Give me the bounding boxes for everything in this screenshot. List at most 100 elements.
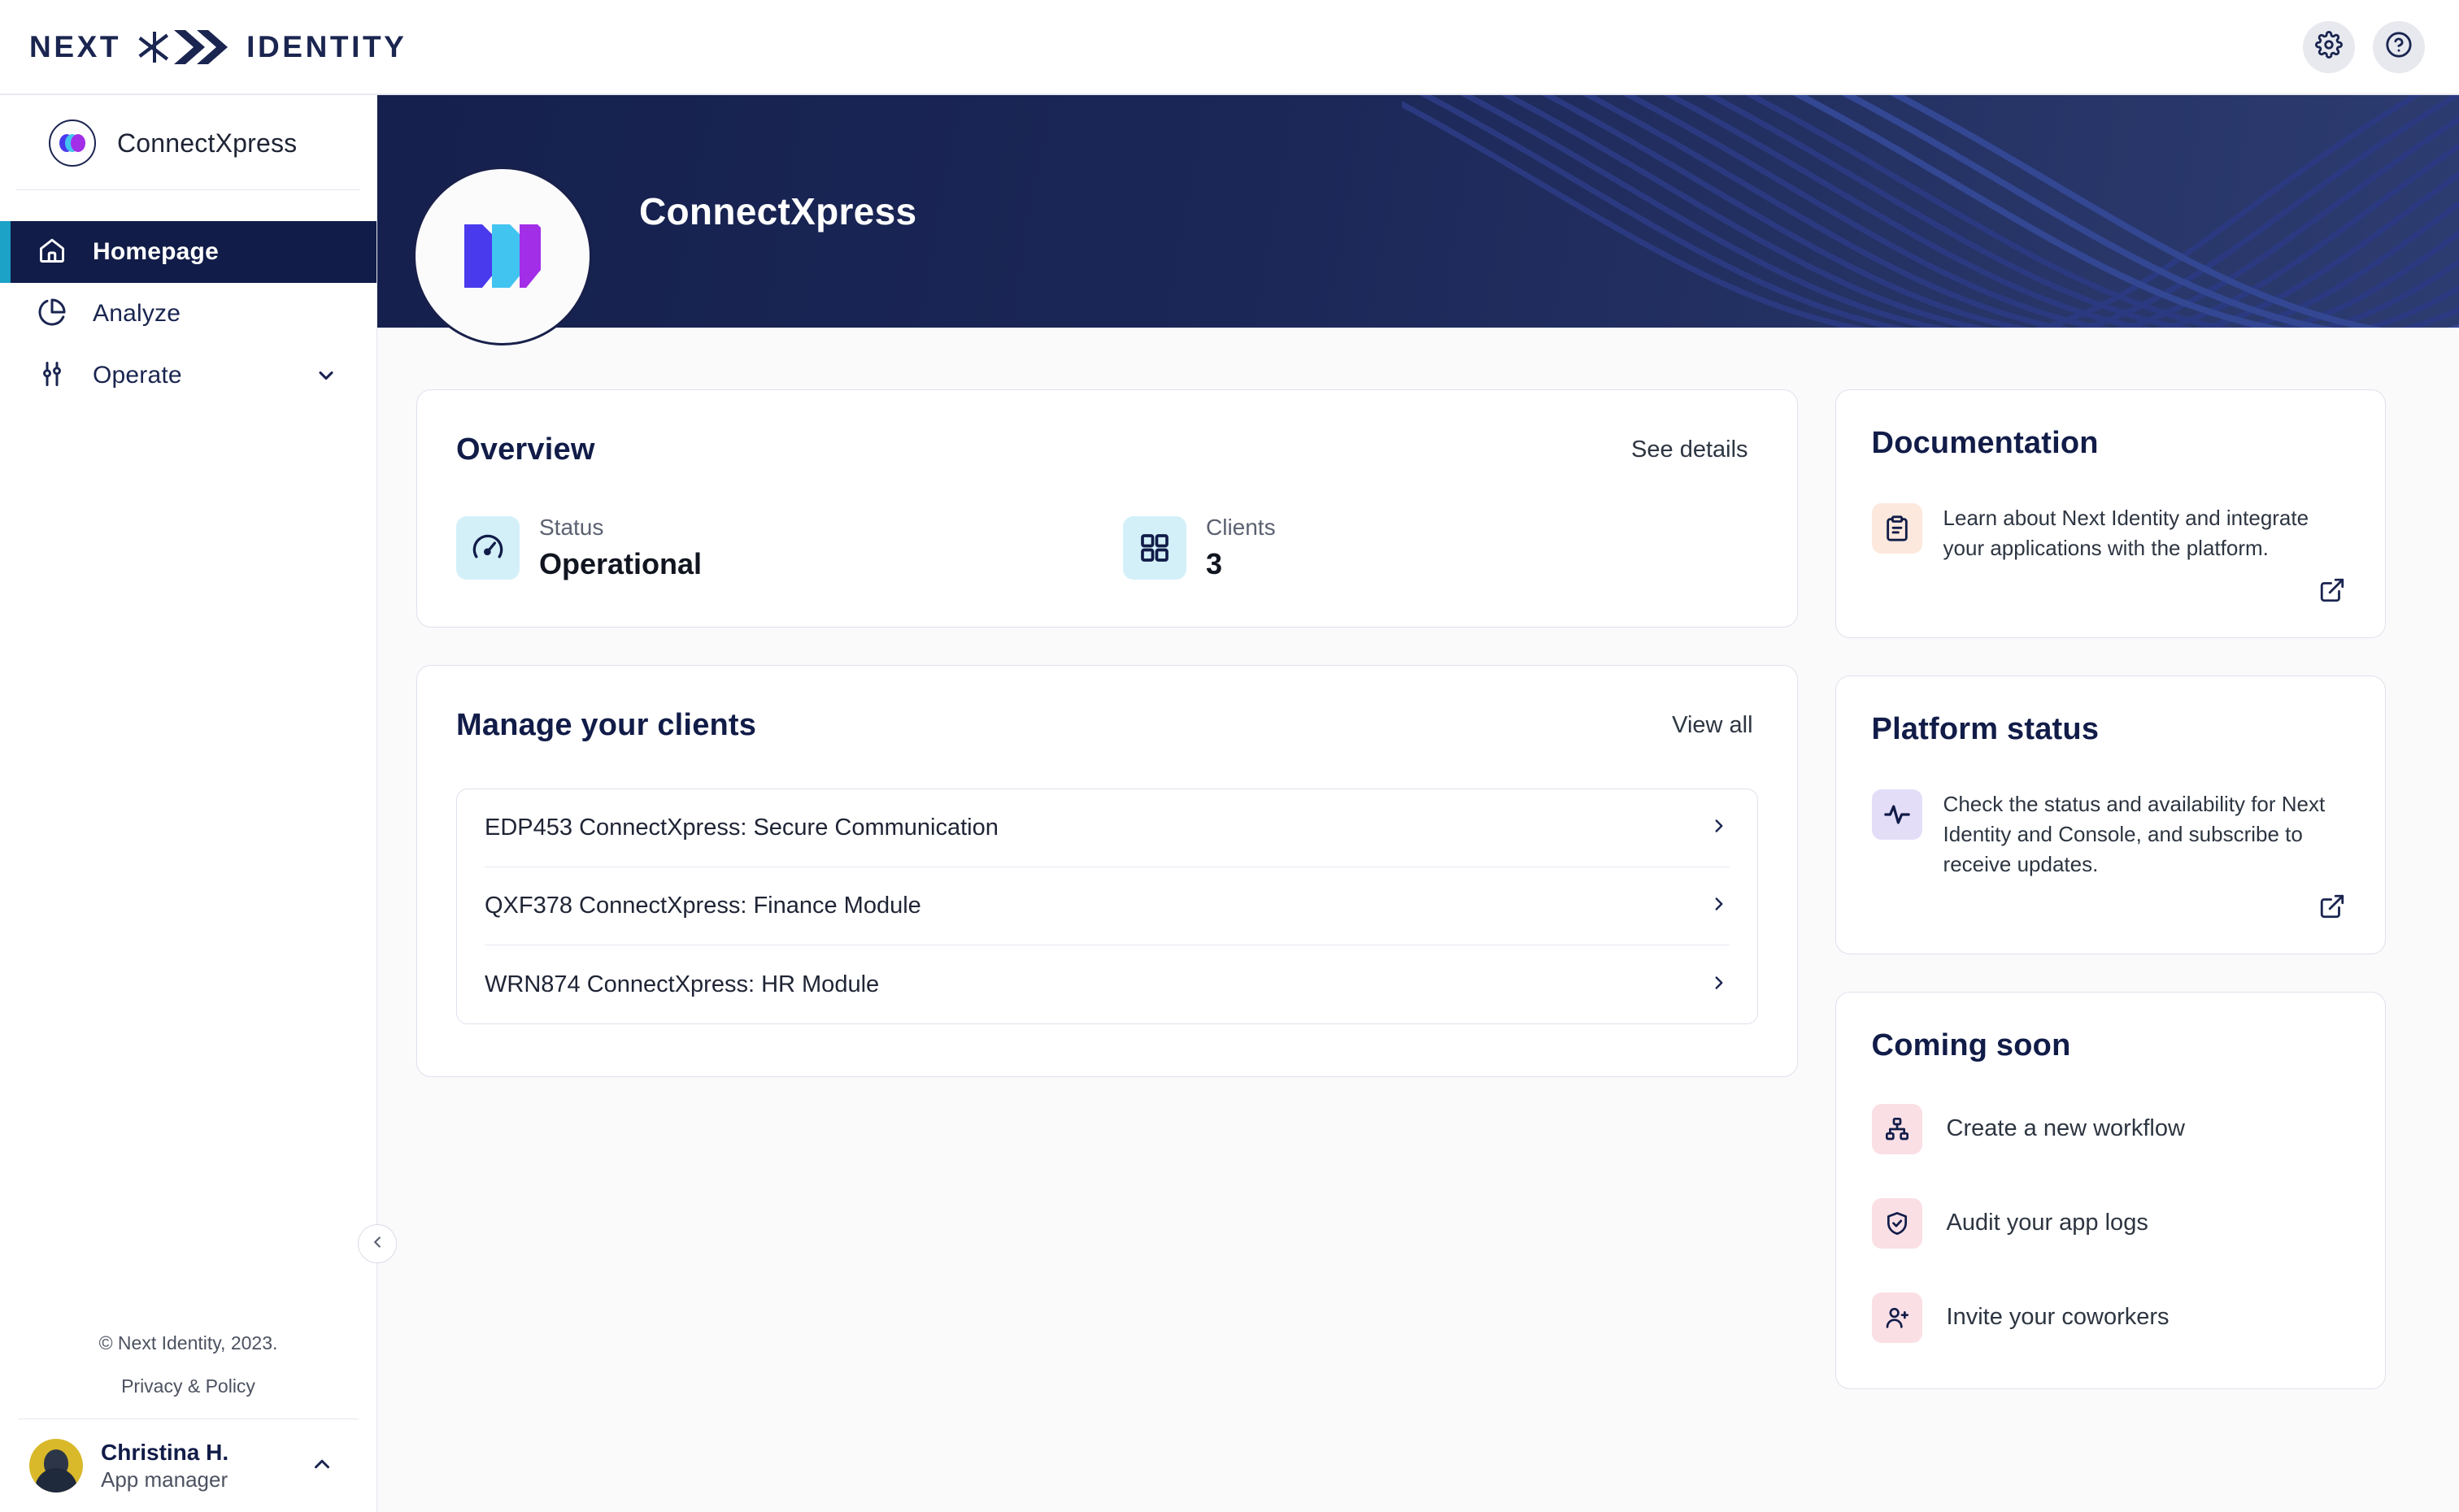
coming-soon-item-audit[interactable]: Audit your app logs xyxy=(1871,1197,2349,1249)
coming-soon-label: Invite your coworkers xyxy=(1946,1304,2170,1331)
chevron-right-icon xyxy=(1708,972,1730,997)
client-name: QXF378 ConnectXpress: Finance Module xyxy=(485,893,921,919)
brand-word-next: NEXT xyxy=(29,30,122,63)
coming-soon-label: Create a new workflow xyxy=(1946,1115,2185,1142)
pie-chart-icon xyxy=(37,298,67,331)
sidebar-item-label: Operate xyxy=(93,362,182,389)
help-button[interactable] xyxy=(2373,20,2425,73)
coming-soon-card: Coming soon Create a new workflow Audit … xyxy=(1834,991,2386,1389)
overview-header: Overview See details xyxy=(456,432,1753,467)
tenant-name: ConnectXpress xyxy=(117,128,298,158)
sidebar-item-label: Homepage xyxy=(93,238,219,265)
user-name: Christina H. xyxy=(101,1439,229,1465)
documentation-title: Documentation xyxy=(1871,426,2099,460)
status-badge: Operational xyxy=(539,547,703,580)
clients-title: Manage your clients xyxy=(456,708,757,742)
sliders-icon xyxy=(37,359,67,393)
manage-clients-card: Manage your clients View all EDP453 Conn… xyxy=(416,665,1798,1077)
external-link-icon[interactable] xyxy=(2318,576,2346,608)
hierarchy-icon xyxy=(1871,1103,1922,1154)
sidebar: ConnectXpress Homepage Analyze Operate ©… xyxy=(0,95,377,1512)
page-title: ConnectXpress xyxy=(639,190,917,232)
stat-clients: Clients 3 xyxy=(1123,515,1276,581)
next-identity-logo[interactable]: NEXT IDENTITY xyxy=(29,25,407,69)
client-name: EDP453 ConnectXpress: Secure Communicati… xyxy=(485,815,999,841)
list-item[interactable]: QXF378 ConnectXpress: Finance Module xyxy=(485,867,1730,945)
copyright-text: © Next Identity, 2023. xyxy=(98,1332,278,1353)
stat-label: Status xyxy=(539,515,604,540)
documentation-text: Learn about Next Identity and integrate … xyxy=(1943,506,2309,560)
clipboard-icon xyxy=(1871,503,1922,554)
sidebar-item-label: Analyze xyxy=(93,300,181,327)
question-circle-icon xyxy=(2385,31,2413,63)
privacy-policy-link[interactable]: Privacy & Policy xyxy=(0,1375,376,1397)
overview-card: Overview See details Status Operational … xyxy=(416,389,1798,628)
view-all-link[interactable]: View all xyxy=(1672,712,1752,739)
gauge-icon xyxy=(456,516,520,580)
connectxpress-logo-small xyxy=(49,119,96,167)
client-list: EDP453 ConnectXpress: Secure Communicati… xyxy=(456,789,1758,1024)
chevron-right-icon xyxy=(1708,893,1730,919)
platform-status-text: Check the status and availability for Ne… xyxy=(1943,791,2326,876)
chevron-left-icon xyxy=(368,1233,386,1255)
sidebar-item-analyze[interactable]: Analyze xyxy=(0,283,376,345)
stat-label: Clients xyxy=(1206,515,1276,540)
banner-content: ConnectXpress xyxy=(377,95,2459,328)
chevron-up-icon[interactable] xyxy=(310,1452,334,1480)
stat-status-text: Status Operational xyxy=(539,515,702,581)
grid-icon xyxy=(1123,516,1186,580)
client-name: WRN874 ConnectXpress: HR Module xyxy=(485,971,880,997)
main-content: Overview See details Status Operational … xyxy=(377,328,2459,1512)
sidebar-nav: Homepage Analyze Operate xyxy=(0,221,376,406)
list-item[interactable]: EDP453 ConnectXpress: Secure Communicati… xyxy=(485,789,1730,867)
app-banner: ConnectXpress xyxy=(377,95,2459,328)
asterisk-chevrons-icon xyxy=(138,28,229,66)
brand-word-identity: IDENTITY xyxy=(246,30,407,63)
connectxpress-logo-large xyxy=(413,167,592,345)
sidebar-collapse-button[interactable] xyxy=(358,1224,397,1263)
user-role: App manager xyxy=(101,1466,228,1492)
list-item[interactable]: WRN874 ConnectXpress: HR Module xyxy=(485,945,1730,1023)
avatar-body xyxy=(35,1468,77,1492)
documentation-body: Learn about Next Identity and integrate … xyxy=(1871,503,2349,563)
sidebar-item-operate[interactable]: Operate xyxy=(0,345,376,406)
sidebar-item-homepage[interactable]: Homepage xyxy=(0,221,376,283)
right-column: Documentation Learn about Next Identity … xyxy=(1834,389,2386,1512)
tenant-selector[interactable]: ConnectXpress xyxy=(16,95,360,190)
user-profile-menu[interactable]: Christina H. App manager xyxy=(0,1419,376,1512)
gear-icon xyxy=(2315,31,2343,63)
stat-clients-text: Clients 3 xyxy=(1206,515,1276,581)
documentation-external-row xyxy=(1872,576,2349,608)
overview-title: Overview xyxy=(456,432,595,467)
platform-status-external-row xyxy=(1872,893,2349,924)
user-meta: Christina H. App manager xyxy=(101,1440,228,1492)
user-plus-icon xyxy=(1871,1292,1922,1343)
overview-stats: Status Operational Clients 3 xyxy=(456,515,1753,581)
coming-soon-title: Coming soon xyxy=(1871,1028,2071,1062)
app-root: NEXT IDENTITY ConnectXpress Homepage Ana… xyxy=(0,0,2459,1512)
coming-soon-item-invite[interactable]: Invite your coworkers xyxy=(1871,1292,2349,1343)
see-details-link[interactable]: See details xyxy=(1631,437,1748,463)
top-bar: NEXT IDENTITY xyxy=(0,0,2459,95)
coming-soon-item-workflow[interactable]: Create a new workflow xyxy=(1871,1103,2349,1154)
chevron-right-icon xyxy=(1708,815,1730,841)
chevron-down-icon[interactable] xyxy=(315,364,337,387)
clients-count: 3 xyxy=(1206,547,1223,580)
platform-status-body: Check the status and availability for Ne… xyxy=(1871,789,2349,880)
coming-soon-label: Audit your app logs xyxy=(1946,1210,2148,1236)
platform-status-card[interactable]: Platform status Check the status and ava… xyxy=(1834,675,2386,954)
sidebar-footer: © Next Identity, 2023. Privacy & Policy xyxy=(0,1332,376,1419)
documentation-card[interactable]: Documentation Learn about Next Identity … xyxy=(1834,389,2386,638)
external-link-icon[interactable] xyxy=(2318,893,2346,924)
left-column: Overview See details Status Operational … xyxy=(416,389,1798,1512)
clients-header: Manage your clients View all xyxy=(456,708,1758,743)
shield-check-icon xyxy=(1871,1197,1922,1249)
top-bar-actions xyxy=(2303,20,2425,73)
settings-button[interactable] xyxy=(2303,20,2355,73)
avatar xyxy=(29,1439,83,1492)
activity-pulse-icon xyxy=(1871,789,1922,840)
stat-status: Status Operational xyxy=(456,515,1123,581)
home-icon xyxy=(37,236,67,269)
platform-status-title: Platform status xyxy=(1871,711,2100,746)
